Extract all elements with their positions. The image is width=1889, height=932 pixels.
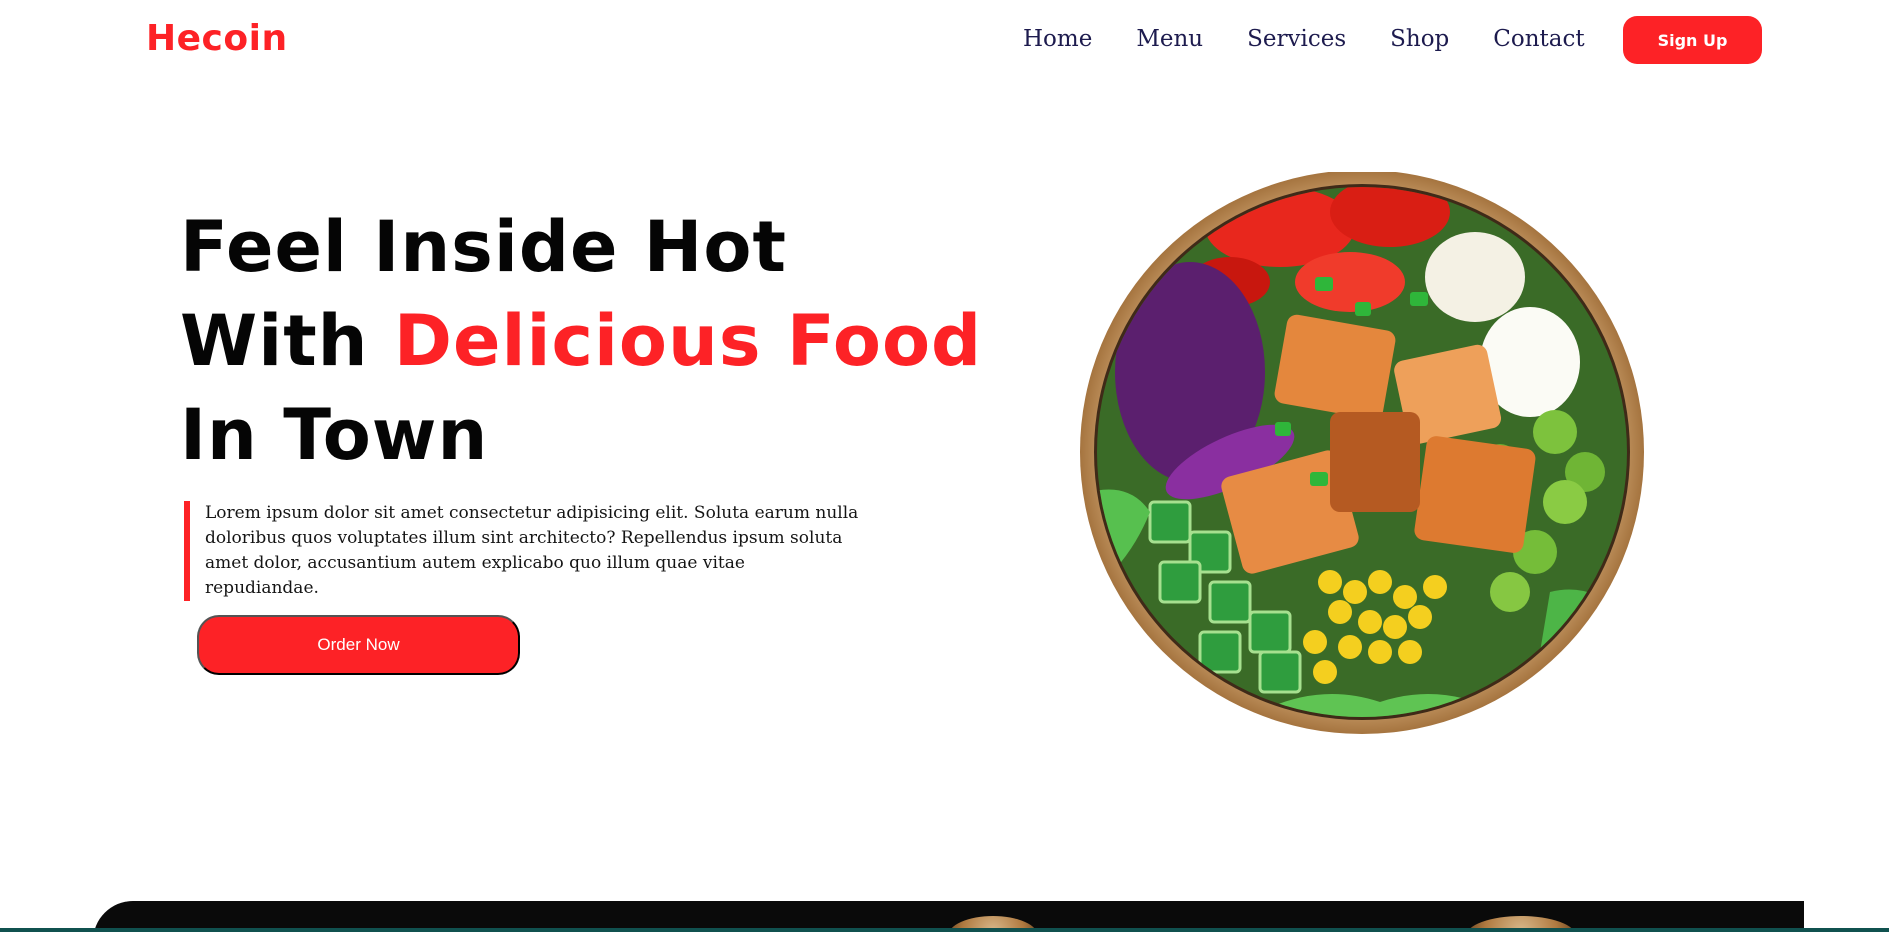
nav-item-services[interactable]: Services: [1247, 26, 1346, 52]
order-now-button[interactable]: Order Now: [197, 615, 520, 675]
headline-line-2-plain: With: [180, 300, 394, 382]
headline-line-2: With Delicious Food: [180, 294, 982, 388]
sign-up-button[interactable]: Sign Up: [1623, 16, 1762, 64]
main-nav: Home Menu Services Shop Contact: [1023, 26, 1629, 52]
headline-line-3: In Town: [180, 394, 489, 476]
headline-accent: Delicious Food: [393, 300, 983, 382]
landing-page: Hecoin Home Menu Services Shop Contact S…: [0, 0, 1889, 932]
salad-bowl-illustration: [1080, 172, 1644, 734]
headline-line-1: Feel Inside Hot: [180, 206, 787, 288]
hero-headline: Feel Inside Hot With Delicious Food In T…: [180, 200, 982, 482]
nav-item-menu[interactable]: Menu: [1136, 26, 1203, 52]
bottom-accent-line: [0, 928, 1889, 932]
salad-bowl-image: [1080, 172, 1660, 742]
nav-item-contact[interactable]: Contact: [1493, 26, 1584, 52]
nav-item-shop[interactable]: Shop: [1390, 26, 1449, 52]
hero-description: Lorem ipsum dolor sit amet consectetur a…: [184, 501, 864, 601]
nav-item-home[interactable]: Home: [1023, 26, 1092, 52]
brand-logo[interactable]: Hecoin: [146, 18, 288, 59]
